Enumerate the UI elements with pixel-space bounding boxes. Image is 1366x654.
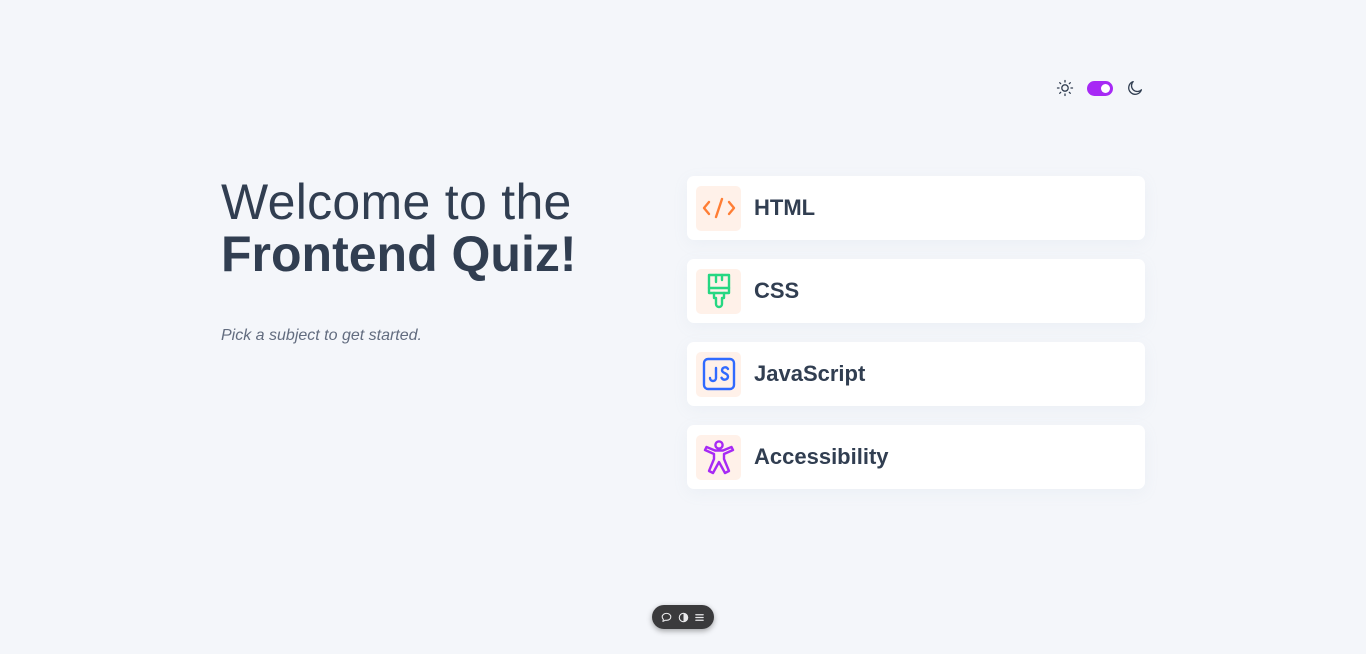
welcome-heading: Welcome to the: [221, 174, 572, 230]
dark-mode-switch[interactable]: [1087, 80, 1113, 96]
contrast-icon[interactable]: [678, 612, 689, 623]
subject-label: JavaScript: [754, 361, 866, 386]
html-code-icon: [696, 185, 741, 231]
javascript-icon: [696, 351, 741, 397]
menu-icon[interactable]: [694, 612, 705, 623]
subject-css[interactable]: CSS: [687, 259, 1145, 323]
intro-section: Welcome to the Frontend Quiz! Pick a sub…: [221, 176, 641, 345]
floating-toolbar: [652, 605, 714, 629]
quiz-title: Frontend Quiz!: [221, 226, 577, 282]
switch-knob: [1101, 83, 1110, 93]
paintbrush-icon: [696, 268, 741, 314]
moon-icon: [1126, 79, 1144, 97]
accessibility-icon: [696, 434, 741, 480]
subject-label: Accessibility: [754, 444, 889, 469]
subject-html[interactable]: HTML: [687, 176, 1145, 240]
sun-icon: [1056, 79, 1074, 97]
subject-label: HTML: [754, 195, 816, 220]
theme-toggle: [1056, 78, 1144, 98]
subject-label: CSS: [754, 278, 800, 303]
subtitle: Pick a subject to get started.: [221, 327, 422, 344]
subject-accessibility[interactable]: Accessibility: [687, 425, 1145, 489]
quiz-start-page: Welcome to the Frontend Quiz! Pick a sub…: [0, 0, 1366, 654]
subject-javascript[interactable]: JavaScript: [687, 342, 1145, 406]
comment-icon[interactable]: [661, 612, 672, 623]
subject-list: HTML CSS JavaScript Accessibility: [687, 176, 1145, 489]
